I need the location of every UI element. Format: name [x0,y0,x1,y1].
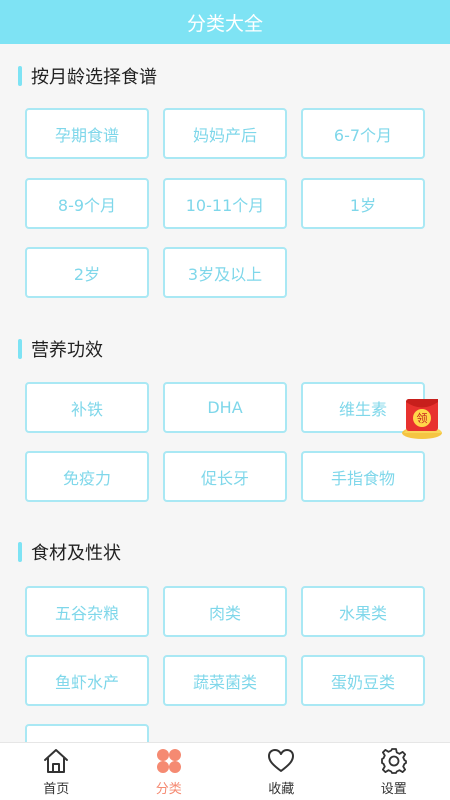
home-icon [44,749,69,773]
tag-fruit[interactable]: 水果类 [301,586,425,637]
tag-teething[interactable]: 促长牙 [163,451,287,502]
category-icon [156,749,181,773]
tab-category[interactable]: 分类 [113,743,226,800]
bottom-tab-bar: 首页 分类 收藏 设置 [0,742,450,800]
tag-iron[interactable]: 补铁 [25,382,149,433]
section-accent-bar [18,66,22,86]
tag-3-years-plus[interactable]: 3岁及以上 [163,247,287,298]
section-title-nutrition: 营养功效 [18,338,103,361]
tab-home[interactable]: 首页 [0,743,113,800]
section-title-age: 按月龄选择食谱 [18,65,157,88]
tag-dha[interactable]: DHA [163,382,287,433]
section-title-ingredients: 食材及性状 [18,541,121,564]
tag-seafood[interactable]: 鱼虾水产 [25,655,149,706]
page-header: 分类大全 [0,0,450,44]
tag-10-11-months[interactable]: 10-11个月 [163,178,287,229]
tag-meat[interactable]: 肉类 [163,586,287,637]
tab-favorites-label: 收藏 [268,782,295,797]
tab-category-label: 分类 [155,782,182,797]
section-accent-bar [18,339,22,359]
category-content[interactable]: 按月龄选择食谱 孕期食谱 妈妈产后 6-7个月 8-9个月 10-11个月 1岁… [0,44,450,742]
tag-grains[interactable]: 五谷杂粮 [25,586,149,637]
tag-finger-food[interactable]: 手指食物 [301,451,425,502]
red-packet-label: 领 [417,412,428,425]
tag-partial[interactable] [25,724,149,742]
tag-6-7-months[interactable]: 6-7个月 [301,108,425,159]
section-accent-bar [18,542,22,562]
tag-1-year[interactable]: 1岁 [301,178,425,229]
red-packet-icon[interactable]: 领 [398,393,446,441]
tag-immunity[interactable]: 免疫力 [25,451,149,502]
tag-8-9-months[interactable]: 8-9个月 [25,178,149,229]
gear-icon [380,748,407,774]
tag-postpartum[interactable]: 妈妈产后 [163,108,287,159]
tag-2-years[interactable]: 2岁 [25,247,149,298]
heart-icon [268,749,295,772]
tab-favorites[interactable]: 收藏 [225,743,338,800]
tag-pregnancy[interactable]: 孕期食谱 [25,108,149,159]
tab-settings-label: 设置 [380,782,407,797]
page-title: 分类大全 [186,12,263,35]
tab-settings[interactable]: 设置 [338,743,450,800]
tab-home-label: 首页 [43,782,70,797]
tag-vegetables[interactable]: 蔬菜菌类 [163,655,287,706]
tag-egg-dairy-bean[interactable]: 蛋奶豆类 [301,655,425,706]
